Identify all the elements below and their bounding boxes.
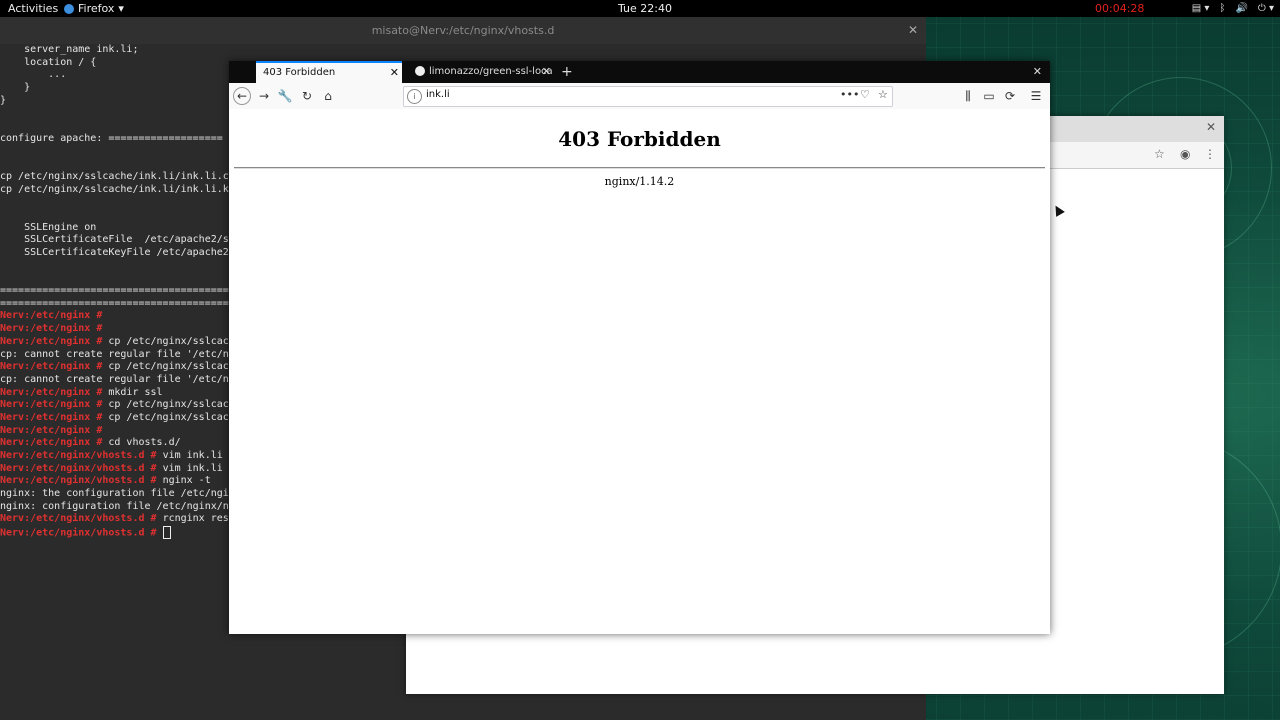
app-menu-label: Firefox xyxy=(78,2,115,15)
forward-arrow-icon[interactable]: → xyxy=(255,87,273,105)
shell-prompt: Nerv:/etc/nginx # xyxy=(0,399,109,411)
info-icon[interactable]: i xyxy=(407,89,422,104)
terminal-text: cp /etc/nginx/sslcac xyxy=(108,361,229,373)
terminal-text: server_name ink.li; xyxy=(0,44,139,55)
back-arrow-icon[interactable]: ← xyxy=(233,87,251,105)
shell-prompt: Nerv:/etc/nginx # xyxy=(0,424,109,436)
sidebar-icon[interactable]: ▭ xyxy=(980,87,998,105)
shell-prompt: Nerv:/etc/nginx/vhosts.d # xyxy=(0,513,163,525)
home-icon[interactable]: ⌂ xyxy=(319,87,337,105)
terminal-line: server_name ink.li; xyxy=(0,44,926,57)
wrench-icon[interactable]: 🔧 xyxy=(276,87,294,105)
system-tray[interactable]: ▤ ▾ ᛒ 🔊 ⏻ ▾ xyxy=(1192,0,1274,17)
terminal-text: SSLCertificateKeyFile /etc/apache2 xyxy=(0,247,229,258)
tab-label: 403 Forbidden xyxy=(263,67,336,78)
terminal-titlebar[interactable]: misato@Nerv:/etc/nginx/vhosts.d ✕ xyxy=(0,17,926,44)
terminal-text: rcnginx res xyxy=(162,513,229,525)
close-icon[interactable]: ✕ xyxy=(908,17,918,44)
terminal-text: vim ink.li xyxy=(162,462,223,474)
close-icon[interactable]: ✕ xyxy=(542,61,551,83)
page-content: 403 Forbidden nginx/1.14.2 xyxy=(229,109,1050,634)
terminal-text: configure apache: =================== xyxy=(0,132,223,144)
terminal-text: cp /etc/nginx/sslcac xyxy=(108,399,229,411)
volume-icon: 🔊 xyxy=(1235,3,1248,14)
tab-strip: 403 Forbidden ✕ limonazzo/green-ssl-loca… xyxy=(229,61,1050,83)
terminal-title: misato@Nerv:/etc/nginx/vhosts.d xyxy=(371,24,555,37)
terminal-text: ====================================== xyxy=(0,297,229,309)
shell-prompt: Nerv:/etc/nginx # xyxy=(0,323,109,335)
url-text: ink.li xyxy=(426,89,450,100)
terminal-text: cd vhosts.d/ xyxy=(108,437,181,449)
clipboard-icon[interactable]: ▤ ▾ xyxy=(1192,0,1210,17)
terminal-text: cp /etc/nginx/sslcache/ink.li/ink.li.k xyxy=(0,183,229,195)
bookmark-star-icon[interactable]: ☆ xyxy=(878,88,888,101)
shell-prompt: Nerv:/etc/nginx/vhosts.d # xyxy=(0,462,163,474)
divider xyxy=(234,167,1045,169)
pocket-icon[interactable]: ♡ xyxy=(860,88,870,101)
terminal-text: cp /etc/nginx/sslcac xyxy=(108,411,229,423)
github-icon xyxy=(415,66,425,76)
app-menu[interactable]: Firefox ▾ xyxy=(64,0,124,17)
firefox-window[interactable]: 403 Forbidden ✕ limonazzo/green-ssl-loca… xyxy=(229,61,1050,634)
terminal-text: ... xyxy=(0,69,67,81)
window-close-icon[interactable]: ✕ xyxy=(1033,61,1042,83)
firefox-icon xyxy=(64,3,74,14)
star-icon[interactable]: ☆ xyxy=(1154,147,1165,161)
shell-prompt: Nerv:/etc/nginx # xyxy=(0,310,109,322)
terminal-text: mkdir ssl xyxy=(108,386,163,398)
terminal-text: cp /etc/nginx/sslcac xyxy=(108,335,229,347)
recording-timer: 00:04:28 xyxy=(1095,2,1145,15)
kebab-menu-icon[interactable]: ⋮ xyxy=(1204,147,1216,161)
shell-prompt: Nerv:/etc/nginx # xyxy=(0,386,109,398)
tab-github[interactable]: limonazzo/green-ssl-loca ✕ xyxy=(408,61,554,83)
tab-label: limonazzo/green-ssl-loca xyxy=(429,66,553,77)
terminal-text: } xyxy=(0,82,31,94)
page-actions-icon[interactable]: ••• xyxy=(840,88,859,101)
tab-403-forbidden[interactable]: 403 Forbidden ✕ xyxy=(256,61,402,83)
hamburger-menu-icon[interactable]: ☰ xyxy=(1027,87,1045,105)
terminal-text: location / { xyxy=(0,56,97,68)
terminal-text: nginx: configuration file /etc/nginx/n xyxy=(0,500,229,512)
shell-prompt: Nerv:/etc/nginx/vhosts.d # xyxy=(0,450,163,461)
terminal-text: SSLCertificateFile /etc/apache2/s xyxy=(0,234,229,246)
shell-prompt: Nerv:/etc/nginx # xyxy=(0,335,109,347)
close-icon[interactable]: ✕ xyxy=(1206,120,1216,134)
url-bar[interactable]: i ink.li ••• ♡ ☆ xyxy=(403,86,893,107)
reload-icon[interactable]: ↻ xyxy=(298,87,316,105)
server-signature: nginx/1.14.2 xyxy=(604,175,675,188)
navigation-toolbar: ← → 🔧 ↻ ⌂ i ink.li ••• ♡ ☆ ⫼ ▭ ⟳ ☰ xyxy=(229,83,1050,110)
terminal-text: cp: cannot create regular file '/etc/n xyxy=(0,373,229,385)
terminal-text: vim ink.li xyxy=(162,450,223,461)
terminal-cursor xyxy=(162,526,171,540)
terminal-text: cp: cannot create regular file '/etc/n xyxy=(0,348,229,360)
close-icon[interactable]: ✕ xyxy=(390,63,399,82)
activities-button[interactable]: Activities xyxy=(8,0,58,17)
gnome-top-bar: Activities Firefox ▾ Tue 22:40 00:04:28 … xyxy=(0,0,1280,17)
shell-prompt: Nerv:/etc/nginx # xyxy=(0,411,109,423)
sync-icon[interactable]: ⟳ xyxy=(1001,87,1019,105)
terminal-text: nginx -t xyxy=(162,475,211,487)
terminal-text: } xyxy=(0,94,7,106)
profile-icon[interactable]: ◉ xyxy=(1180,147,1190,161)
shell-prompt: Nerv:/etc/nginx/vhosts.d # xyxy=(0,475,163,487)
shell-prompt: Nerv:/etc/nginx # xyxy=(0,437,109,449)
page-heading: 403 Forbidden xyxy=(558,127,721,151)
chevron-down-icon: ▾ xyxy=(118,2,124,15)
power-icon: ⏻ ▾ xyxy=(1257,3,1274,14)
terminal-text: ====================================== xyxy=(0,285,229,297)
shell-prompt: Nerv:/etc/nginx # xyxy=(0,361,109,373)
library-icon[interactable]: ⫼ xyxy=(959,87,977,105)
shell-prompt: Nerv:/etc/nginx/vhosts.d # xyxy=(0,527,163,539)
new-tab-button[interactable]: + xyxy=(561,61,573,83)
terminal-text: SSLEngine on xyxy=(0,221,97,233)
terminal-text: cp /etc/nginx/sslcache/ink.li/ink.li.c xyxy=(0,170,229,182)
terminal-text: nginx: the configuration file /etc/ngi xyxy=(0,488,229,500)
clock[interactable]: Tue 22:40 xyxy=(618,0,672,17)
bluetooth-icon: ᛒ xyxy=(1219,3,1226,14)
